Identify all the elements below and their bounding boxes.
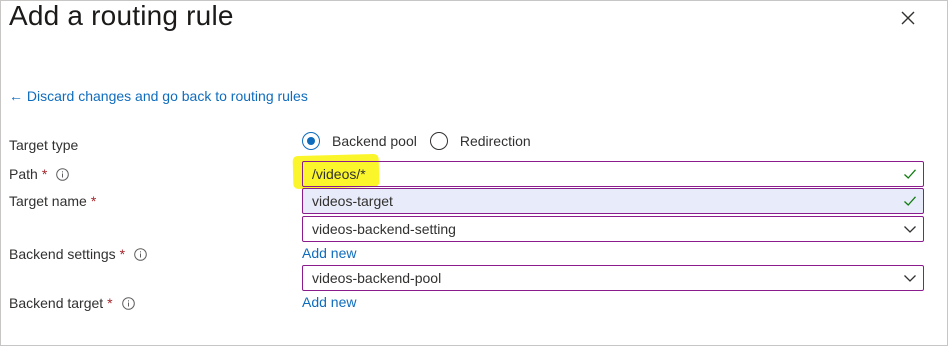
target-type-label: Target type xyxy=(9,137,78,153)
checkmark-icon xyxy=(904,169,916,179)
required-asterisk: * xyxy=(107,295,113,311)
backend-target-label: Backend target * xyxy=(9,295,135,311)
info-icon[interactable] xyxy=(134,247,147,261)
radio-backend-pool[interactable] xyxy=(302,132,320,150)
target-type-label-text: Target type xyxy=(9,137,79,153)
add-new-backend-target-link[interactable]: Add new xyxy=(302,294,356,310)
backend-target-value: videos-backend-pool xyxy=(312,270,442,286)
radio-redirection[interactable] xyxy=(429,132,448,150)
panel-title: Add a routing rule xyxy=(9,0,234,31)
add-new-backend-settings-link[interactable]: Add new xyxy=(302,245,356,261)
required-asterisk: * xyxy=(41,166,48,182)
discard-changes-link[interactable]: ← Discard changes and go back to routing… xyxy=(9,88,308,104)
backend-target-label-text: Backend target xyxy=(9,295,104,311)
backend-target-dropdown[interactable]: videos-backend-pool xyxy=(302,265,924,291)
chevron-down-icon xyxy=(904,275,916,282)
target-name-label-text: Target name xyxy=(9,193,87,209)
required-asterisk: * xyxy=(90,193,97,209)
target-type-radio-group: Backend pool Redirection xyxy=(302,132,544,150)
backend-settings-dropdown[interactable]: videos-backend-setting xyxy=(302,216,924,242)
target-name-input[interactable]: videos-target xyxy=(302,188,924,214)
required-asterisk: * xyxy=(119,246,126,262)
path-input[interactable]: /videos/* xyxy=(302,161,924,187)
backend-settings-label-text: Backend settings xyxy=(9,246,116,262)
path-label-text: Path xyxy=(9,166,38,182)
path-label: Path * xyxy=(9,166,70,182)
backend-settings-value: videos-backend-setting xyxy=(312,221,456,237)
target-name-input-value: videos-target xyxy=(312,193,393,209)
target-name-label: Target name * xyxy=(9,193,96,209)
chevron-down-icon xyxy=(904,226,916,233)
radio-backend-pool-label[interactable]: Backend pool xyxy=(332,133,417,149)
info-icon[interactable] xyxy=(121,296,135,310)
info-icon[interactable] xyxy=(56,167,70,181)
close-icon[interactable] xyxy=(898,8,918,28)
checkmark-icon xyxy=(904,196,916,206)
path-input-value: /videos/* xyxy=(312,166,366,182)
backend-settings-label: Backend settings * xyxy=(9,246,147,262)
radio-redirection-label[interactable]: Redirection xyxy=(460,133,531,149)
